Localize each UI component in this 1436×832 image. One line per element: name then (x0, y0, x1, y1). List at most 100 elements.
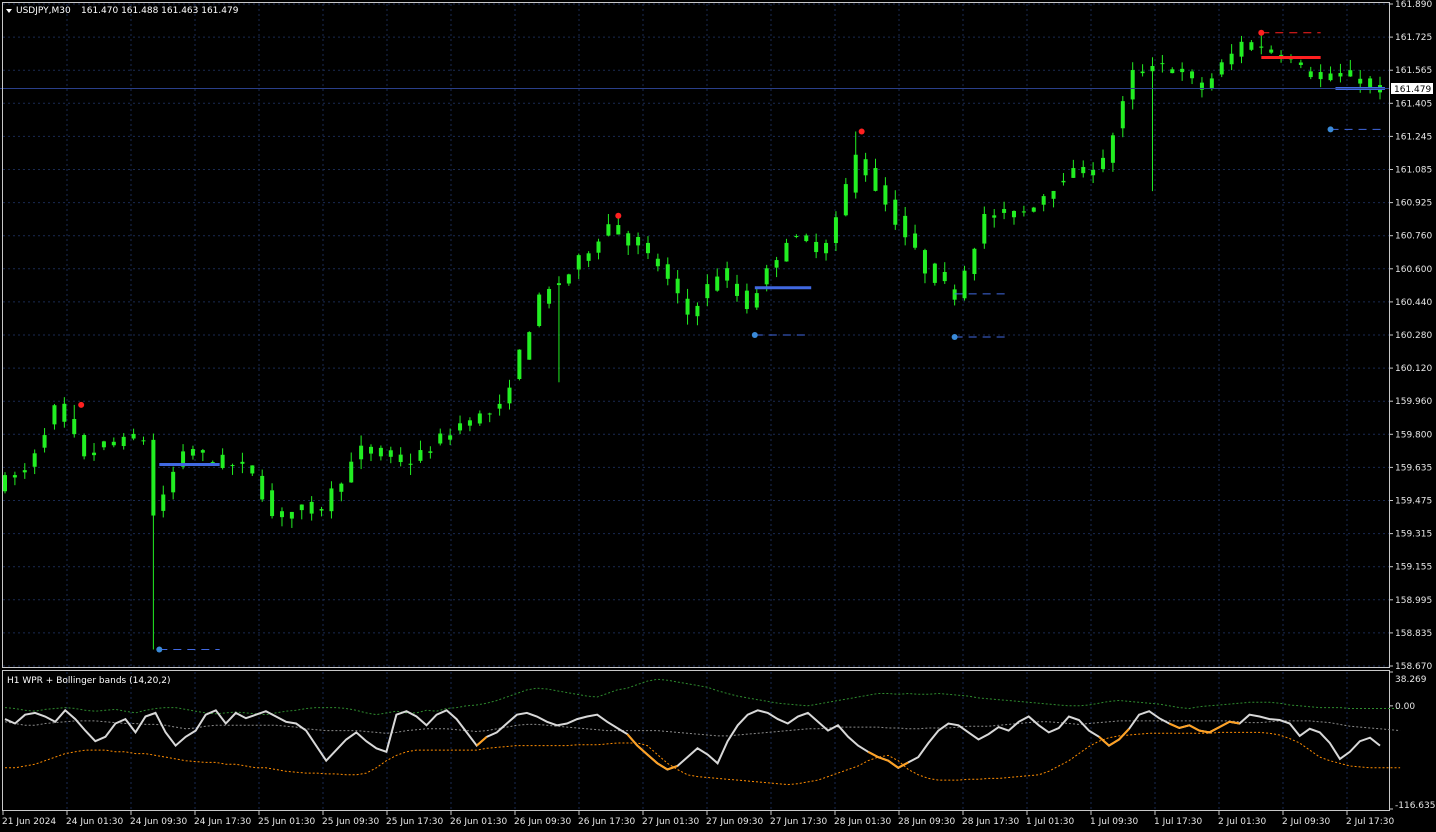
candle-body[interactable] (487, 413, 492, 415)
candle-body[interactable] (349, 461, 354, 483)
candle-body[interactable] (210, 462, 215, 464)
candle-body[interactable] (458, 423, 463, 431)
candle-body[interactable] (972, 248, 977, 275)
candle-body[interactable] (527, 332, 532, 360)
candle-body[interactable] (863, 159, 868, 176)
candle-body[interactable] (467, 420, 472, 426)
candle-body[interactable] (814, 241, 819, 253)
candle-body[interactable] (1091, 169, 1096, 176)
candle-body[interactable] (922, 250, 927, 274)
candle-body[interactable] (1130, 70, 1135, 100)
candle-body[interactable] (1180, 68, 1185, 73)
candle-body[interactable] (586, 253, 591, 261)
candle-body[interactable] (1219, 62, 1224, 75)
candle-body[interactable] (824, 242, 829, 254)
candle-body[interactable] (784, 242, 789, 262)
candle-body[interactable] (260, 475, 265, 500)
candle-body[interactable] (200, 450, 205, 453)
candle-body[interactable] (853, 154, 858, 193)
candle-body[interactable] (32, 453, 37, 467)
candle-body[interactable] (438, 433, 443, 444)
candle-body[interactable] (1002, 209, 1007, 213)
candle-body[interactable] (725, 268, 730, 281)
candle-body[interactable] (537, 294, 542, 326)
candle-body[interactable] (190, 449, 195, 456)
candle-body[interactable] (695, 305, 700, 317)
candle-body[interactable] (428, 451, 433, 453)
candle-body[interactable] (1190, 71, 1195, 79)
candle-body[interactable] (1249, 42, 1254, 50)
candle-body[interactable] (616, 225, 621, 235)
candle-body[interactable] (626, 233, 631, 246)
candle-body[interactable] (12, 475, 17, 478)
candle-body[interactable] (1051, 190, 1056, 199)
candle-body[interactable] (942, 271, 947, 282)
candle-body[interactable] (299, 504, 304, 511)
candle-body[interactable] (319, 509, 324, 511)
candle-body[interactable] (1041, 196, 1046, 205)
candle-body[interactable] (596, 241, 601, 253)
candle-body[interactable] (52, 405, 57, 425)
candle-body[interactable] (507, 387, 512, 404)
candle-body[interactable] (992, 215, 997, 218)
candle-body[interactable] (685, 298, 690, 315)
candle-body[interactable] (408, 463, 413, 465)
candle-body[interactable] (289, 511, 294, 519)
candle-body[interactable] (398, 454, 403, 463)
candle-body[interactable] (1071, 168, 1076, 178)
candle-body[interactable] (497, 403, 502, 409)
candle-body[interactable] (82, 435, 87, 457)
candle-body[interactable] (774, 260, 779, 268)
candle-body[interactable] (1061, 180, 1066, 183)
candle-body[interactable] (1318, 72, 1323, 80)
candle-body[interactable] (547, 288, 552, 304)
candle-body[interactable] (171, 471, 176, 493)
candle-body[interactable] (220, 454, 225, 468)
candle-body[interactable] (665, 264, 670, 279)
candle-body[interactable] (833, 217, 838, 244)
candle-body[interactable] (1298, 62, 1303, 65)
candle-body[interactable] (22, 470, 27, 473)
candle-body[interactable] (477, 413, 482, 424)
candle-body[interactable] (1120, 101, 1125, 129)
candle-body[interactable] (1101, 157, 1106, 169)
candle-body[interactable] (270, 490, 275, 517)
candle-body[interactable] (913, 233, 918, 248)
candle-body[interactable] (131, 433, 136, 439)
candle-body[interactable] (962, 270, 967, 299)
candle-body[interactable] (606, 224, 611, 236)
candle-body[interactable] (804, 235, 809, 242)
candle-body[interactable] (369, 446, 374, 454)
candle-body[interactable] (240, 461, 245, 464)
candle-body[interactable] (121, 436, 126, 447)
candle-body[interactable] (250, 465, 255, 474)
candle-body[interactable] (1209, 78, 1214, 89)
candle-body[interactable] (1150, 65, 1155, 72)
candle-body[interactable] (843, 184, 848, 216)
candle-body[interactable] (141, 440, 146, 442)
candle-body[interactable] (161, 494, 166, 511)
candle-body[interactable] (1081, 167, 1086, 174)
candle-body[interactable] (715, 276, 720, 291)
candle-body[interactable] (754, 293, 759, 308)
candle-body[interactable] (883, 185, 888, 205)
candle-body[interactable] (339, 483, 344, 492)
candle-body[interactable] (230, 465, 235, 467)
candle-body[interactable] (903, 215, 908, 238)
candle-body[interactable] (1021, 211, 1026, 213)
candle-body[interactable] (735, 283, 740, 296)
candle-body[interactable] (3, 475, 7, 492)
candle-body[interactable] (279, 511, 284, 518)
candle-body[interactable] (1160, 63, 1165, 65)
candle-body[interactable] (378, 447, 383, 457)
candle-body[interactable] (388, 450, 393, 457)
candle-body[interactable] (1011, 210, 1016, 218)
candle-body[interactable] (744, 290, 749, 310)
trading-chart[interactable]: USDJPY,M30 161.470 161.488 161.463 161.4… (0, 0, 1436, 832)
candle-body[interactable] (1110, 135, 1115, 163)
candle-body[interactable] (982, 214, 987, 244)
candle-body[interactable] (329, 488, 334, 512)
candle-body[interactable] (62, 403, 67, 422)
candle-body[interactable] (448, 435, 453, 440)
candle-body[interactable] (636, 237, 641, 246)
